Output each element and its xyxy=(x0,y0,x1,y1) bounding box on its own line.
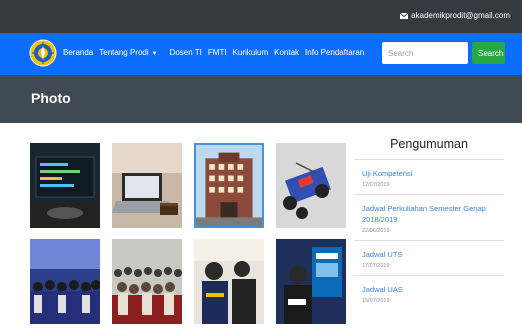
caret-down-icon: ▼ xyxy=(151,51,158,57)
page-header: Photo xyxy=(0,75,522,123)
photo-campus-building[interactable] xyxy=(194,143,264,228)
announcement-item[interactable]: Jadwal UTS 17/07/2019 xyxy=(354,240,504,275)
photo-seminar-audience[interactable] xyxy=(112,239,182,324)
nav-item-tentang-prodi[interactable]: Tentang Prodi ▼ xyxy=(99,48,163,57)
announcement-link[interactable]: Uji Kompetensi xyxy=(362,168,504,179)
photo-poster-presentation[interactable] xyxy=(276,239,346,324)
announcement-date: 15/07/2019 xyxy=(362,298,390,304)
photo-laptop-cake[interactable] xyxy=(112,143,182,228)
envelope-icon xyxy=(400,12,409,19)
announcement-link[interactable]: Jadwal Perkuliahan Semester Genap 2018/2… xyxy=(362,203,504,225)
announcement-link[interactable]: Jadwal UAS xyxy=(362,284,504,295)
email-link[interactable]: akademikprodit@gmail.com xyxy=(400,11,510,20)
announcement-date: 12/07/2019 xyxy=(362,182,390,188)
announcement-sidebar: Pengumuman Uji Kompetensi 12/07/2019 Jad… xyxy=(354,130,504,331)
photo-students-event[interactable] xyxy=(194,239,264,324)
announcement-date: 17/07/2019 xyxy=(362,263,390,269)
nav-item-dosen-ti[interactable]: Dosen TI xyxy=(170,48,202,57)
announcement-item[interactable]: Jadwal Perkuliahan Semester Genap 2018/2… xyxy=(354,194,504,240)
sidebar-title: Pengumuman xyxy=(390,137,468,151)
photo-monitor-code[interactable] xyxy=(30,143,100,228)
announcement-link[interactable]: Jadwal UTS xyxy=(362,249,504,260)
photo-gallery xyxy=(30,143,346,331)
announcement-item[interactable]: Jadwal UAS 15/07/2019 xyxy=(354,275,504,310)
announcement-item[interactable]: Uji Kompetensi 12/07/2019 xyxy=(354,159,504,194)
nav-item-info-pendaftaran[interactable]: Info Pendaftaran xyxy=(305,48,364,57)
announcement-date: 22/06/2019 xyxy=(362,228,390,234)
nav-item-kurikulum[interactable]: Kurikulum xyxy=(233,48,269,57)
navbar: Beranda Tentang Prodi ▼ Dosen TI FMTI Kur… xyxy=(0,33,522,75)
search-input[interactable] xyxy=(382,42,468,64)
photo-group-stage[interactable] xyxy=(30,239,100,324)
nav-item-beranda[interactable]: Beranda xyxy=(63,48,93,57)
nav-item-fmti[interactable]: FMTI xyxy=(208,48,227,57)
top-bar: akademikprodit@gmail.com xyxy=(0,0,522,33)
page-title: Photo xyxy=(31,90,71,106)
search-button[interactable]: Search xyxy=(472,42,505,64)
university-seal-logo[interactable] xyxy=(29,39,57,67)
nav-item-kontak[interactable]: Kontak xyxy=(274,48,299,57)
nav-item-label: Tentang Prodi xyxy=(99,48,149,57)
email-text: akademikprodit@gmail.com xyxy=(411,11,510,20)
main-menu: Beranda Tentang Prodi ▼ Dosen TI FMTI Kur… xyxy=(63,48,370,57)
photo-robot-car[interactable] xyxy=(276,143,346,228)
